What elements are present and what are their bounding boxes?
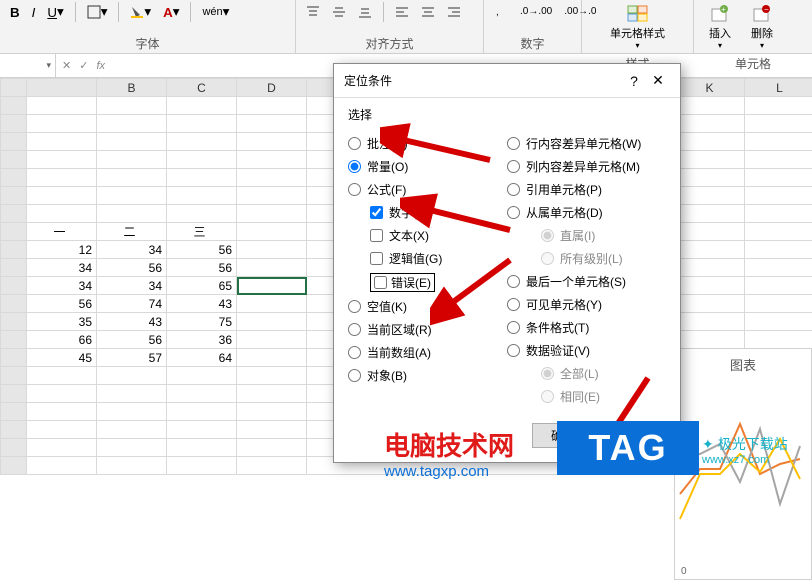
col-header[interactable]: K	[675, 79, 745, 97]
cell-styles-button[interactable]: 单元格样式▾	[604, 2, 671, 51]
delete-cells-button[interactable]: − 删除▾	[742, 2, 782, 51]
cell[interactable]: 34	[97, 277, 167, 295]
option-logicals[interactable]: 逻辑值(G)	[370, 250, 507, 267]
cell[interactable]: 66	[27, 331, 97, 349]
col-header[interactable]	[27, 79, 97, 97]
cell[interactable]: 43	[167, 295, 237, 313]
cell[interactable]: 64	[167, 349, 237, 367]
option-precedents[interactable]: 引用单元格(P)	[507, 181, 666, 198]
option-same: 相同(E)	[541, 388, 666, 405]
option-col-diff[interactable]: 列内容差异单元格(M)	[507, 158, 666, 175]
cell[interactable]: 56	[97, 259, 167, 277]
option-constants[interactable]: 常量(O)	[348, 158, 507, 175]
option-row-diff[interactable]: 行内容差异单元格(W)	[507, 135, 666, 152]
align-middle-button[interactable]	[328, 3, 350, 21]
cell[interactable]: 65	[167, 277, 237, 295]
cell[interactable]: 一	[27, 223, 97, 241]
svg-text:,: ,	[496, 7, 499, 18]
option-cond-fmt[interactable]: 条件格式(T)	[507, 319, 666, 336]
close-button[interactable]: ✕	[646, 72, 670, 89]
cell[interactable]: 34	[27, 277, 97, 295]
cancel-fx-icon: ✕	[62, 59, 71, 72]
cell[interactable]: 75	[167, 313, 237, 331]
star-icon: ✦	[702, 436, 714, 453]
align-group-label: 对齐方式	[302, 31, 477, 52]
border-button[interactable]: ▾	[83, 2, 112, 22]
align-top-button[interactable]	[302, 3, 324, 21]
col-header[interactable]: C	[167, 79, 237, 97]
fill-color-button[interactable]: ▾	[126, 2, 155, 22]
align-bottom-button[interactable]	[354, 3, 376, 21]
cell[interactable]: 34	[27, 259, 97, 277]
option-visible[interactable]: 可见单元格(Y)	[507, 296, 666, 313]
cell[interactable]: 45	[27, 349, 97, 367]
cell[interactable]: 36	[167, 331, 237, 349]
col-header[interactable]: L	[745, 79, 812, 97]
option-dependents[interactable]: 从属单元格(D)	[507, 204, 666, 221]
option-formulas[interactable]: 公式(F)	[348, 181, 507, 198]
dec-increase-button[interactable]: .0→.00	[516, 4, 556, 19]
cell[interactable]: 74	[97, 295, 167, 313]
name-box[interactable]: ▾	[0, 54, 56, 77]
align-center-button[interactable]	[417, 3, 439, 21]
accept-fx-icon: ✓	[79, 59, 88, 72]
col-header[interactable]: B	[97, 79, 167, 97]
number-group-label: 数字	[490, 31, 575, 52]
ribbon: B I U▾ ▾ ▾ A▾ wén▾ 字体 对齐方式 , .0→.00	[0, 0, 812, 54]
cell[interactable]: 56	[97, 331, 167, 349]
selected-cell[interactable]	[237, 277, 307, 295]
cell[interactable]: 35	[27, 313, 97, 331]
option-data-val[interactable]: 数据验证(V)	[507, 342, 666, 359]
svg-text:+: +	[721, 5, 726, 14]
select-section-label: 选择	[348, 106, 666, 123]
cell[interactable]: 56	[167, 241, 237, 259]
option-numbers[interactable]: 数字(U)	[370, 204, 507, 221]
help-button[interactable]: ?	[622, 73, 646, 89]
cell[interactable]: 二	[97, 223, 167, 241]
option-text[interactable]: 文本(X)	[370, 227, 507, 244]
cell[interactable]: 57	[97, 349, 167, 367]
option-errors[interactable]: 错误(E)	[370, 273, 507, 292]
cell[interactable]: 43	[97, 313, 167, 331]
font-group-label: 字体	[6, 31, 289, 52]
cell[interactable]: 三	[167, 223, 237, 241]
option-direct: 直属(I)	[541, 227, 666, 244]
fx-icon[interactable]: fx	[96, 60, 105, 72]
axis-zero-label: 0	[681, 566, 687, 577]
select-all-corner[interactable]	[1, 79, 27, 97]
option-blanks[interactable]: 空值(K)	[348, 298, 507, 315]
option-current-array[interactable]: 当前数组(A)	[348, 344, 507, 361]
dialog-title: 定位条件	[344, 72, 622, 89]
goto-special-dialog: 定位条件 ? ✕ 选择 批注(C) 常量(O) 公式(F) 数字(U) 文本(X…	[333, 63, 681, 463]
cell[interactable]: 12	[27, 241, 97, 259]
chart-title: 图表	[675, 349, 811, 374]
watermark-xz7: ✦极光下载站 www.xz7.com	[702, 434, 788, 466]
bold-button[interactable]: B	[6, 3, 24, 22]
underline-button[interactable]: U▾	[43, 2, 67, 22]
option-comments[interactable]: 批注(C)	[348, 135, 507, 152]
italic-button[interactable]: I	[28, 3, 40, 22]
cell[interactable]: 34	[97, 241, 167, 259]
svg-text:−: −	[764, 5, 769, 14]
cell[interactable]: 56	[27, 295, 97, 313]
align-right-button[interactable]	[443, 3, 465, 21]
option-objects[interactable]: 对象(B)	[348, 367, 507, 384]
cells-group-label: 单元格	[700, 51, 806, 72]
cell[interactable]: 56	[167, 259, 237, 277]
option-last-cell[interactable]: 最后一个单元格(S)	[507, 273, 666, 290]
option-current-region[interactable]: 当前区域(R)	[348, 321, 507, 338]
phonetic-button[interactable]: wén▾	[198, 2, 233, 22]
insert-cells-button[interactable]: + 插入▾	[700, 2, 740, 51]
watermark-tag-badge: TAG	[557, 421, 699, 475]
font-color-button[interactable]: A▾	[159, 2, 183, 22]
option-all: 全部(L)	[541, 365, 666, 382]
option-all-levels: 所有级别(L)	[541, 250, 666, 267]
col-header[interactable]: D	[237, 79, 307, 97]
align-left-button[interactable]	[391, 3, 413, 21]
comma-button[interactable]: ,	[490, 2, 512, 20]
